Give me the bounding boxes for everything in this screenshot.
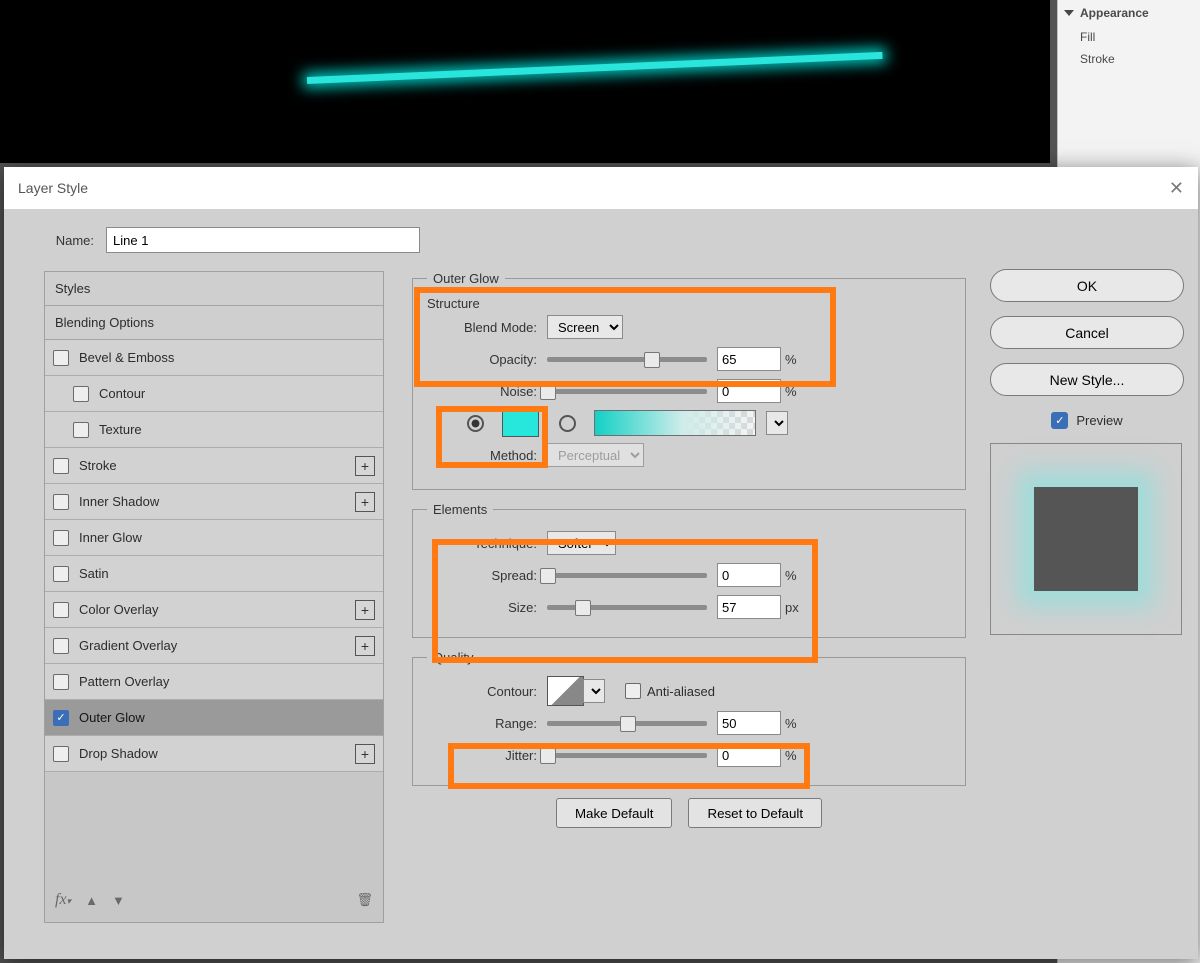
- styles-list-panel: Styles Blending Options Bevel & Emboss C…: [44, 271, 384, 923]
- close-icon[interactable]: ✕: [1169, 167, 1184, 209]
- outer-glow-legend: Outer Glow: [427, 271, 505, 286]
- fill-label: Fill: [1080, 30, 1095, 44]
- range-input[interactable]: [717, 711, 781, 735]
- glow-color-swatch[interactable]: [502, 409, 539, 437]
- make-default-button[interactable]: Make Default: [556, 798, 673, 828]
- size-slider[interactable]: [547, 605, 707, 610]
- checkbox-icon[interactable]: [53, 458, 69, 474]
- layer-style-dialog: Layer Style ✕ Name: Styles Blending Opti…: [4, 167, 1198, 959]
- dialog-title: Layer Style: [18, 167, 88, 209]
- outer-glow-settings: Outer Glow Structure Blend Mode: Screen …: [412, 271, 966, 828]
- quality-legend: Quality: [427, 650, 479, 665]
- fx-icon[interactable]: fx▾: [55, 891, 71, 909]
- style-gradient-overlay[interactable]: Gradient Overlay+: [45, 628, 383, 664]
- plus-icon[interactable]: +: [355, 636, 375, 656]
- chevron-down-icon: [1064, 10, 1074, 16]
- checkbox-icon[interactable]: ✓: [53, 710, 69, 726]
- blend-mode-label: Blend Mode:: [427, 320, 547, 335]
- contour-dropdown[interactable]: [583, 679, 605, 703]
- checkbox-icon[interactable]: [53, 674, 69, 690]
- new-style-button[interactable]: New Style...: [990, 363, 1184, 396]
- style-contour[interactable]: Contour: [45, 376, 383, 412]
- preview-checkbox[interactable]: ✓: [1051, 412, 1068, 429]
- opacity-slider[interactable]: [547, 357, 707, 362]
- gradient-radio[interactable]: [559, 415, 576, 432]
- contour-label: Contour:: [427, 684, 547, 699]
- arrow-up-icon[interactable]: ▲: [85, 893, 98, 908]
- style-bevel-emboss[interactable]: Bevel & Emboss: [45, 340, 383, 376]
- checkbox-icon[interactable]: [53, 530, 69, 546]
- plus-icon[interactable]: +: [355, 600, 375, 620]
- stroke-label: Stroke: [1080, 52, 1115, 66]
- contour-thumbnail[interactable]: [547, 676, 584, 706]
- style-inner-shadow[interactable]: Inner Shadow+: [45, 484, 383, 520]
- range-label: Range:: [427, 716, 547, 731]
- color-radio[interactable]: [467, 415, 484, 432]
- arrow-down-icon[interactable]: ▼: [112, 893, 125, 908]
- style-inner-glow[interactable]: Inner Glow: [45, 520, 383, 556]
- size-input[interactable]: [717, 595, 781, 619]
- plus-icon[interactable]: +: [355, 492, 375, 512]
- spread-input[interactable]: [717, 563, 781, 587]
- checkbox-icon[interactable]: [53, 494, 69, 510]
- styles-header[interactable]: Styles: [45, 272, 383, 306]
- opacity-label: Opacity:: [427, 352, 547, 367]
- range-slider[interactable]: [547, 721, 707, 726]
- checkbox-icon[interactable]: [53, 350, 69, 366]
- neon-stroke-sample: [307, 52, 883, 84]
- checkbox-icon[interactable]: [53, 566, 69, 582]
- technique-label: Technique:: [427, 536, 547, 551]
- style-outer-glow[interactable]: ✓Outer Glow: [45, 700, 383, 736]
- plus-icon[interactable]: +: [355, 456, 375, 476]
- name-label: Name:: [34, 233, 94, 248]
- plus-icon[interactable]: +: [355, 744, 375, 764]
- elements-legend: Elements: [427, 502, 493, 517]
- jitter-label: Jitter:: [427, 748, 547, 763]
- spread-label: Spread:: [427, 568, 547, 583]
- reset-default-button[interactable]: Reset to Default: [688, 798, 822, 828]
- noise-label: Noise:: [427, 384, 547, 399]
- antialias-checkbox[interactable]: [625, 683, 641, 699]
- ok-button[interactable]: OK: [990, 269, 1184, 302]
- checkbox-icon[interactable]: [53, 602, 69, 618]
- jitter-input[interactable]: [717, 743, 781, 767]
- style-satin[interactable]: Satin: [45, 556, 383, 592]
- blending-options-header[interactable]: Blending Options: [45, 306, 383, 340]
- cancel-button[interactable]: Cancel: [990, 316, 1184, 349]
- noise-input[interactable]: [717, 379, 781, 403]
- preview-glow-square: [1034, 487, 1138, 591]
- checkbox-icon[interactable]: [73, 386, 89, 402]
- spread-slider[interactable]: [547, 573, 707, 578]
- noise-slider[interactable]: [547, 389, 707, 394]
- dialog-actions: OK Cancel New Style... ✓ Preview: [990, 269, 1184, 635]
- style-pattern-overlay[interactable]: Pattern Overlay: [45, 664, 383, 700]
- antialias-label: Anti-aliased: [647, 684, 715, 699]
- size-label: Size:: [427, 600, 547, 615]
- document-canvas: [0, 0, 1050, 163]
- checkbox-icon[interactable]: [53, 638, 69, 654]
- technique-select[interactable]: Softer: [547, 531, 616, 555]
- style-stroke[interactable]: Stroke+: [45, 448, 383, 484]
- preview-label: Preview: [1076, 413, 1122, 428]
- method-select[interactable]: Perceptual: [547, 443, 644, 467]
- style-texture[interactable]: Texture: [45, 412, 383, 448]
- structure-legend: Structure: [427, 296, 480, 311]
- checkbox-icon[interactable]: [73, 422, 89, 438]
- layer-name-input[interactable]: [106, 227, 420, 253]
- appearance-header: Appearance: [1080, 6, 1149, 20]
- trash-icon[interactable]: 🗑: [356, 892, 373, 908]
- method-label: Method:: [427, 448, 547, 463]
- style-drop-shadow[interactable]: Drop Shadow+: [45, 736, 383, 772]
- opacity-input[interactable]: [717, 347, 781, 371]
- preview-thumbnail: [990, 443, 1182, 635]
- gradient-dropdown[interactable]: [766, 411, 788, 435]
- checkbox-icon[interactable]: [53, 746, 69, 762]
- blend-mode-select[interactable]: Screen: [547, 315, 623, 339]
- style-color-overlay[interactable]: Color Overlay+: [45, 592, 383, 628]
- jitter-slider[interactable]: [547, 753, 707, 758]
- glow-gradient-bar[interactable]: [594, 410, 756, 436]
